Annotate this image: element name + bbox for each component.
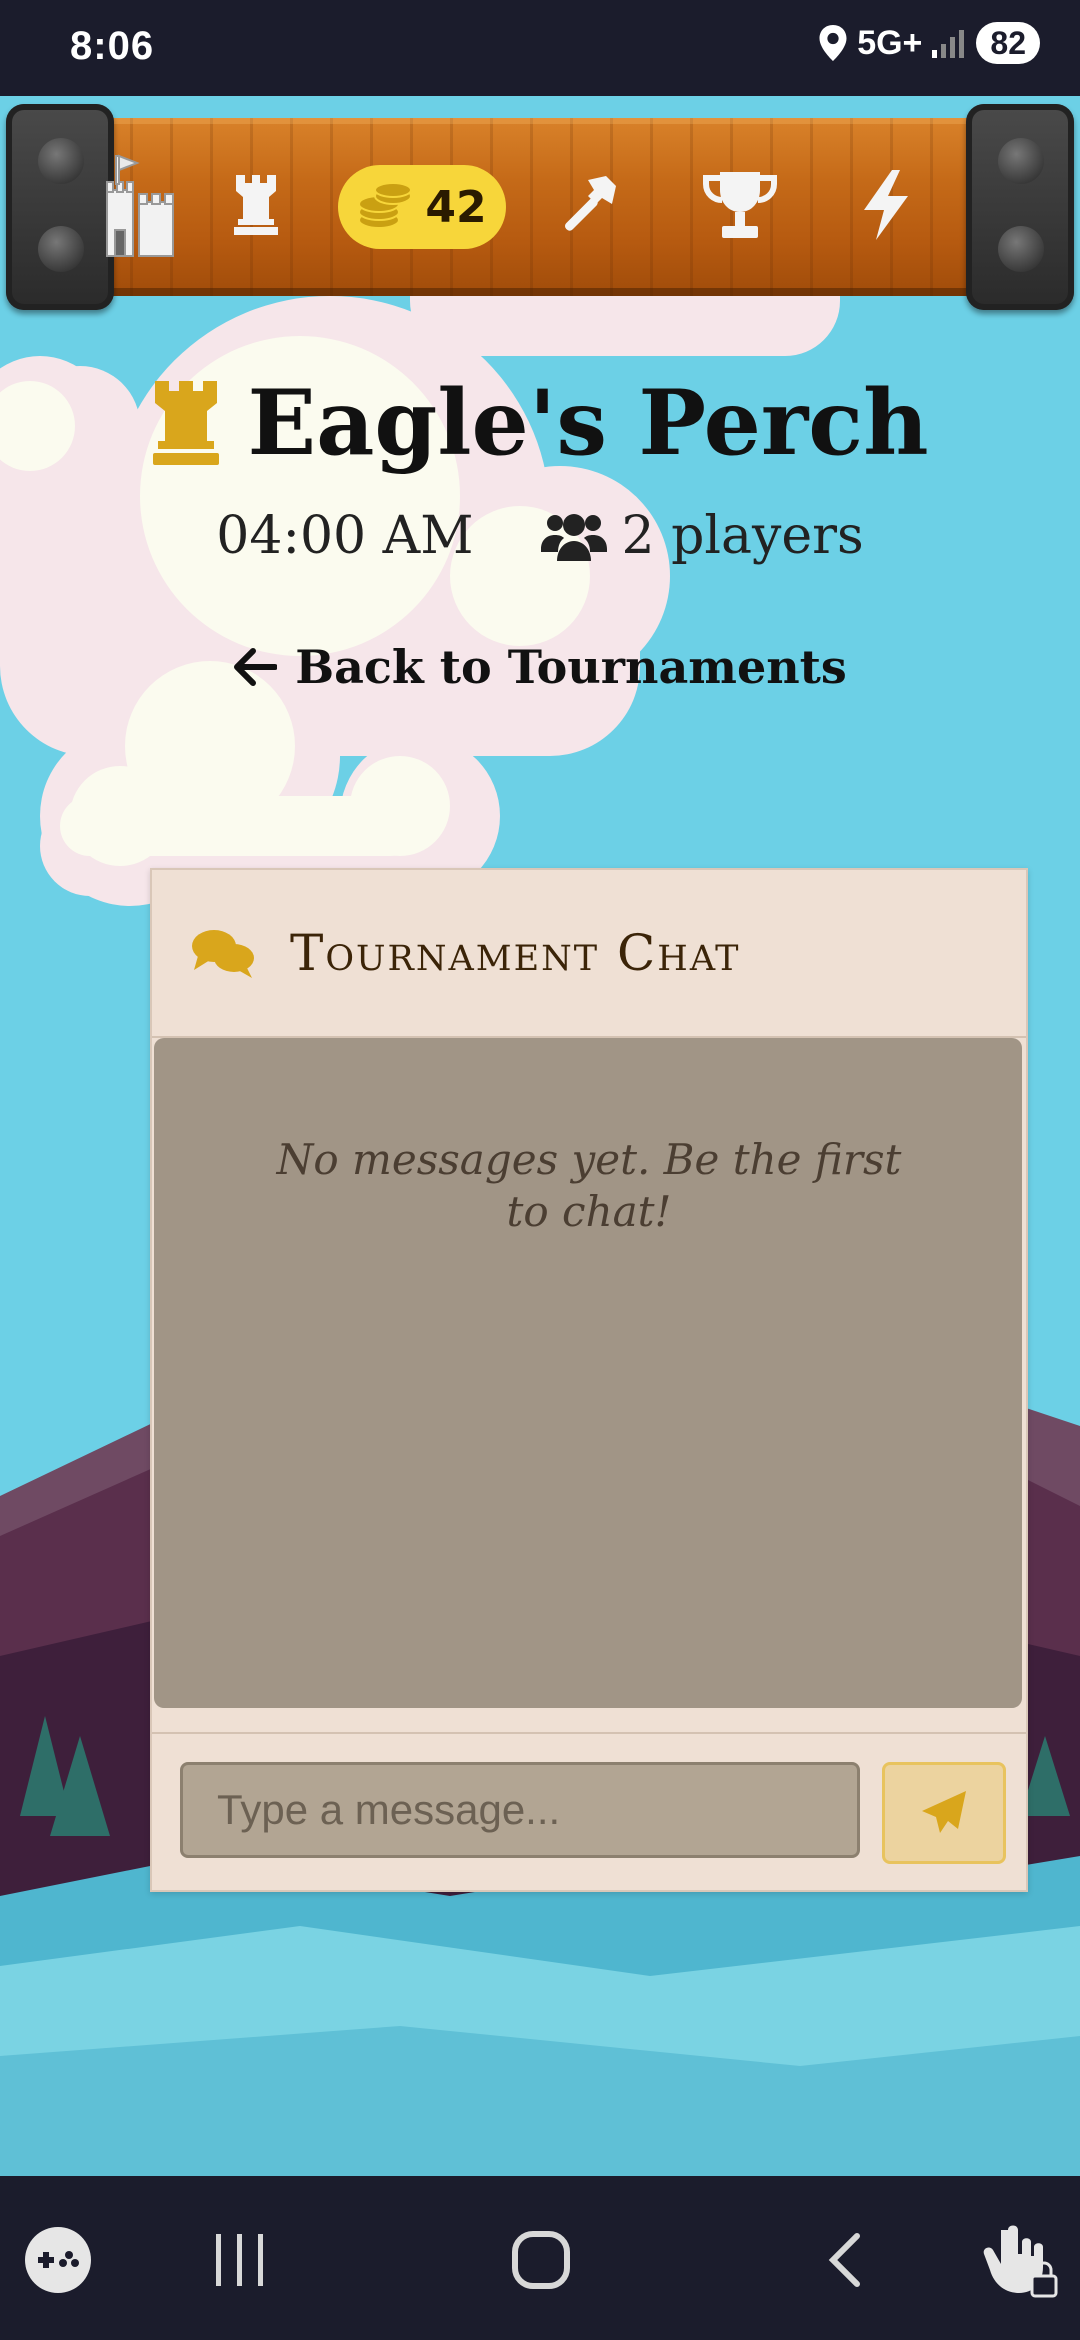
- chat-messages-area[interactable]: No messages yet. Be the first to chat!: [154, 1038, 1022, 1708]
- touch-lock-icon[interactable]: [980, 2220, 1060, 2300]
- left-clamp: [6, 104, 114, 310]
- trophy-icon[interactable]: [700, 150, 780, 260]
- coin-balance[interactable]: 42: [338, 165, 506, 249]
- tournament-time: 04:00 AM: [216, 506, 474, 566]
- top-nav-plank: [90, 118, 990, 296]
- chat-input-row: [152, 1732, 1026, 1890]
- signal-icon: [932, 30, 965, 58]
- chat-header: Tournament Chat: [152, 870, 1026, 1038]
- arrow-left-icon: [234, 648, 278, 686]
- lightning-bolt-icon[interactable]: [856, 150, 916, 260]
- users-icon: [541, 514, 608, 561]
- home-button[interactable]: [510, 2220, 572, 2300]
- tournament-name: Eagle's Perch: [247, 370, 929, 476]
- coins-icon: [358, 182, 413, 229]
- location-icon: [819, 25, 847, 61]
- status-bar: 8:06 5G+ 82: [0, 0, 1080, 96]
- rook-tower-icon[interactable]: [226, 150, 286, 260]
- hammer-icon[interactable]: [552, 150, 622, 260]
- tournament-title-row: Eagle's Perch: [0, 370, 1080, 476]
- back-label: Back to Tournaments: [295, 640, 847, 694]
- right-clamp: [966, 104, 1074, 310]
- message-input[interactable]: [180, 1762, 860, 1858]
- status-indicators: 5G+ 82: [819, 22, 1040, 64]
- back-to-tournaments-link[interactable]: Back to Tournaments: [0, 640, 1080, 694]
- paper-plane-icon: [922, 1791, 966, 1833]
- tournament-meta: 04:00 AM 2 players: [0, 506, 1080, 566]
- players-label: 2 players: [621, 506, 864, 566]
- coin-count: 42: [425, 181, 487, 233]
- recent-apps-button[interactable]: [210, 2220, 270, 2300]
- rook-tower-icon: [153, 381, 220, 465]
- comments-icon: [192, 930, 254, 978]
- player-count: 2 players: [541, 506, 864, 566]
- castle-home-icon[interactable]: [100, 150, 180, 260]
- send-button[interactable]: [882, 1762, 1006, 1864]
- battery-badge: 82: [976, 22, 1040, 64]
- tournament-chat-panel: Tournament Chat No messages yet. Be the …: [150, 868, 1028, 1892]
- chat-title: Tournament Chat: [290, 924, 741, 982]
- empty-chat-message: No messages yet. Be the first to chat!: [276, 1135, 902, 1236]
- back-button[interactable]: [820, 2220, 870, 2300]
- network-label: 5G+: [857, 23, 923, 62]
- status-time: 8:06: [70, 24, 155, 68]
- game-launcher-icon[interactable]: [22, 2220, 94, 2300]
